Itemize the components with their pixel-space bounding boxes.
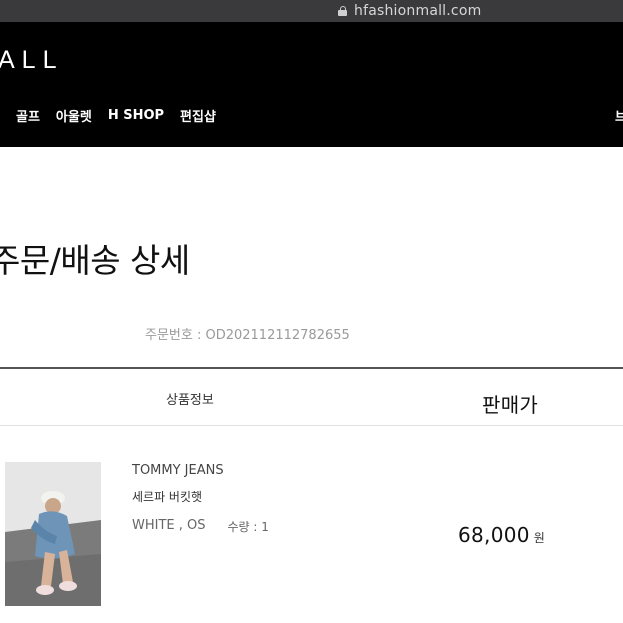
nav-item-right[interactable]: 브: [615, 106, 623, 125]
nav-item-golf[interactable]: 골프: [16, 106, 40, 125]
product-name[interactable]: 세르파 버킷햇: [132, 488, 202, 505]
nav-item-select-shop[interactable]: 편집샵: [180, 106, 216, 125]
column-header-price: 판매가: [482, 393, 539, 417]
price-currency: 원: [533, 531, 545, 545]
browser-url-bar[interactable]: hfashionmall.com: [0, 0, 623, 22]
nav-item-outlet[interactable]: 아울렛: [56, 106, 92, 125]
price-value: 68,000: [458, 523, 530, 547]
lock-icon: [338, 6, 347, 16]
product-quantity: 수량 : 1: [227, 520, 269, 534]
page: hfashionmall.com ALL 골프 아울렛 H SHOP 편집샵 브…: [0, 0, 623, 623]
nav-item-hshop[interactable]: H SHOP: [108, 108, 164, 123]
table-top-border: [0, 367, 623, 369]
product-option: WHITE , OS: [132, 518, 206, 533]
order-number: 주문번호 : OD202112112782655: [145, 328, 350, 343]
column-header-product-info: 상품정보: [166, 393, 214, 408]
product-brand[interactable]: TOMMY JEANS: [132, 463, 224, 478]
url-text: hfashionmall.com: [354, 3, 482, 19]
product-options: WHITE , OS 수량 : 1: [132, 518, 269, 535]
url-field[interactable]: hfashionmall.com: [338, 2, 481, 20]
table-header-divider: [0, 425, 623, 426]
site-header: ALL 골프 아울렛 H SHOP 편집샵 브: [0, 22, 623, 147]
page-title: 주문/배송 상세: [0, 241, 190, 280]
product-price: 68,000 원: [458, 523, 545, 547]
product-thumbnail[interactable]: [5, 462, 101, 606]
main-nav: 골프 아울렛 H SHOP 편집샵: [0, 106, 232, 125]
site-logo[interactable]: ALL: [0, 46, 63, 75]
